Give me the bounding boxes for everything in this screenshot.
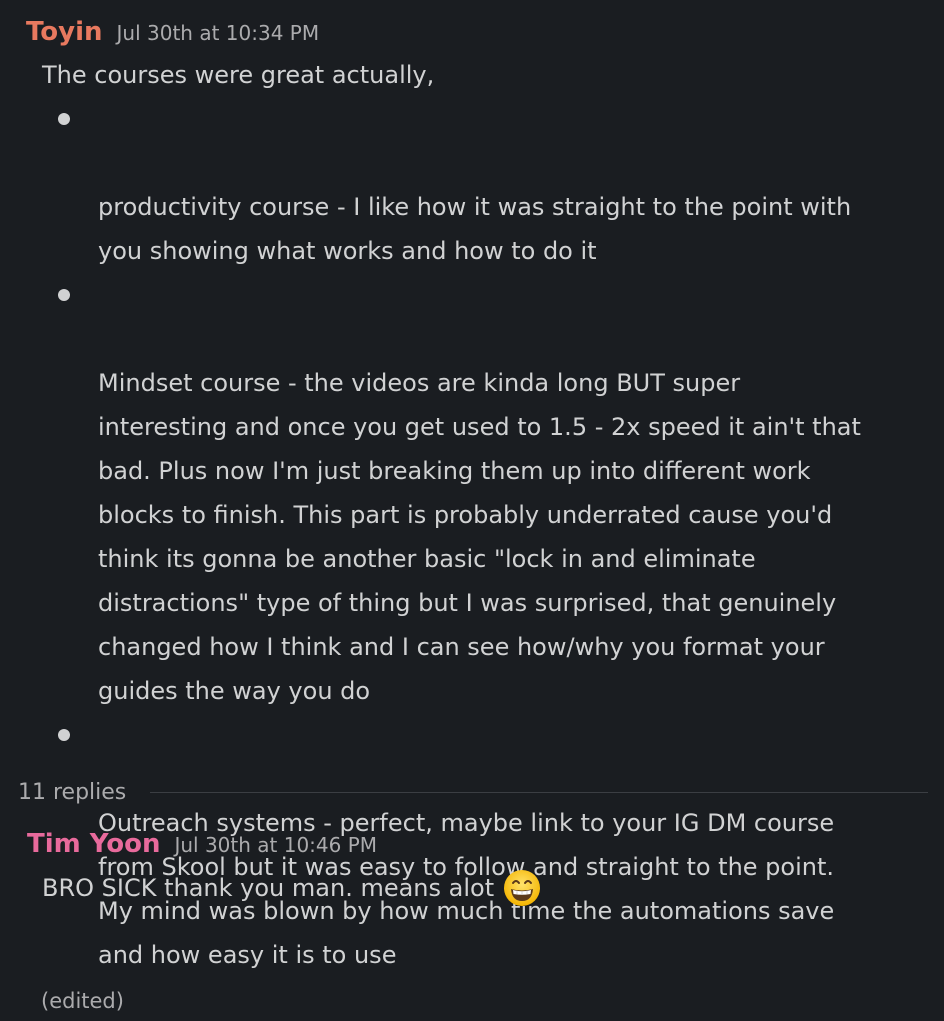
author-name[interactable]: Toyin bbox=[26, 12, 103, 52]
message-intro: The courses were great actually, bbox=[42, 61, 435, 89]
bullet-text: Mindset course - the videos are kinda lo… bbox=[98, 369, 861, 705]
message-header: Toyin Jul 30th at 10:34 PM bbox=[0, 12, 944, 52]
thread-divider bbox=[150, 791, 928, 793]
bullet-dot-icon bbox=[58, 113, 70, 125]
author-name[interactable]: Tim Yoon bbox=[27, 824, 160, 864]
bullet-text: productivity course - I like how it was … bbox=[98, 193, 852, 265]
message-text: BRO SICK thank you man. means alot bbox=[42, 874, 495, 902]
bullet-item: productivity course - I like how it was … bbox=[0, 97, 944, 273]
bullet-dot-icon bbox=[58, 289, 70, 301]
timestamp[interactable]: Jul 30th at 10:46 PM bbox=[174, 833, 377, 857]
timestamp[interactable]: Jul 30th at 10:34 PM bbox=[117, 21, 320, 45]
edited-label: (edited) bbox=[41, 989, 124, 1013]
message-tim-yoon: Tim Yoon Jul 30th at 10:46 PM BRO SICK t… bbox=[0, 824, 944, 910]
thread-replies-link[interactable]: 11 replies bbox=[18, 780, 126, 805]
grinning-face-icon bbox=[504, 870, 541, 906]
thread-replies-row: 11 replies bbox=[18, 772, 928, 812]
bullet-item: Mindset course - the videos are kinda lo… bbox=[0, 273, 944, 713]
bullet-dot-icon bbox=[58, 729, 70, 741]
message-body: BRO SICK thank you man. means alot bbox=[42, 866, 944, 910]
message-header: Tim Yoon Jul 30th at 10:46 PM bbox=[0, 824, 944, 864]
